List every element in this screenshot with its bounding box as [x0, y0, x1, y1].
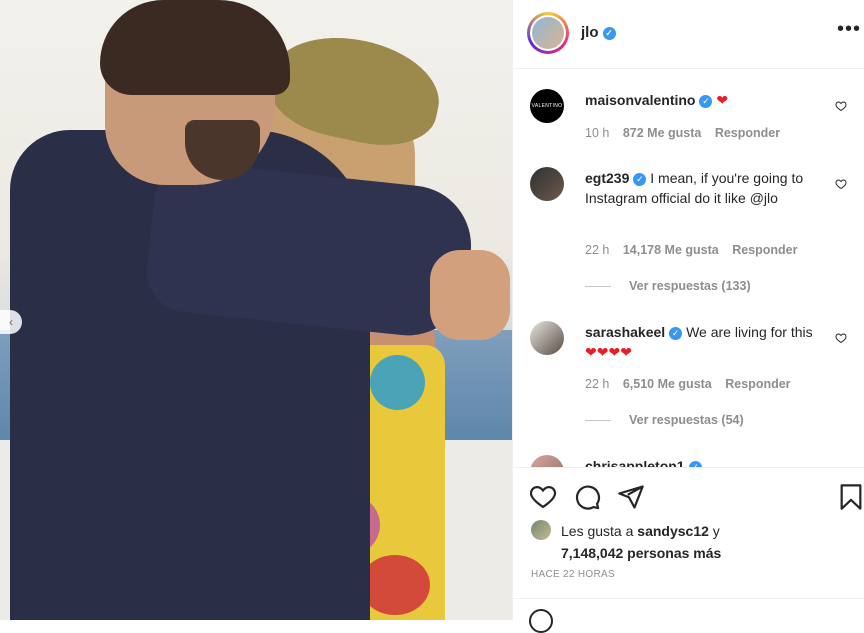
- liker-username[interactable]: sandysc12: [637, 523, 709, 539]
- comment-time[interactable]: 22 h: [585, 243, 609, 257]
- comment-text: sarashakeel ✓ We are living for this ❤❤❤❤: [585, 322, 825, 362]
- comment-likes[interactable]: 6,510 Me gusta: [623, 377, 712, 391]
- view-replies-label[interactable]: Ver respuestas (54): [629, 413, 744, 427]
- comment-avatar[interactable]: [530, 321, 564, 355]
- verified-badge-icon: ✓: [699, 94, 713, 108]
- scarf-flower: [360, 555, 430, 615]
- comment-likes[interactable]: 14,178 Me gusta: [623, 243, 719, 257]
- comment-meta: 22 h 14,178 Me gusta Responder: [585, 243, 808, 257]
- comment-meta: 10 h 872 Me gusta Responder: [585, 126, 790, 140]
- emoji-icon[interactable]: [529, 609, 553, 633]
- comment-avatar-logo-text: VALENTINO: [531, 103, 563, 109]
- more-options-icon[interactable]: •••: [837, 18, 861, 41]
- liker-avatar[interactable]: [531, 520, 551, 540]
- comment-avatar[interactable]: [530, 167, 564, 201]
- verified-badge-icon: ✓: [669, 326, 683, 340]
- heart-emojis: ❤❤❤❤: [585, 344, 632, 360]
- author-username-text[interactable]: jlo: [581, 24, 599, 41]
- comment-username[interactable]: sarashakeel: [585, 324, 665, 340]
- comment-avatar[interactable]: [530, 455, 564, 467]
- post-panel: jlo ✓ ••• VALENTINO maisonvalentino ✓ ❤ 10…: [512, 0, 864, 633]
- comment-username[interactable]: egt239: [585, 170, 629, 186]
- comment-username[interactable]: chrisappleton1: [585, 458, 685, 467]
- likes-conjunction: y: [712, 523, 720, 539]
- heart-emoji: ❤: [716, 92, 729, 108]
- comment-like-heart-icon[interactable]: [835, 100, 847, 112]
- bookmark-icon[interactable]: [837, 483, 864, 511]
- post-timestamp[interactable]: HACE 22 HORAS: [531, 569, 615, 580]
- reply-button[interactable]: Responder: [715, 126, 780, 140]
- comment-like-heart-icon[interactable]: [835, 178, 847, 190]
- add-comment-row: [513, 598, 864, 633]
- comment-text: egt239 ✓ I mean, if you're going to Insta…: [585, 168, 825, 208]
- comment-likes[interactable]: 872 Me gusta: [623, 126, 702, 140]
- comments-list[interactable]: VALENTINO maisonvalentino ✓ ❤ 10 h 872 Me…: [513, 69, 864, 467]
- reply-button[interactable]: Responder: [725, 377, 790, 391]
- comment-time[interactable]: 22 h: [585, 377, 609, 391]
- likes-text: Les gusta a sandysc12 y 7,148,042 person…: [561, 520, 861, 564]
- heart-icon[interactable]: [529, 483, 557, 511]
- photo-man-forearm: [430, 250, 510, 340]
- post-header: jlo ✓ •••: [513, 0, 864, 69]
- view-replies-label[interactable]: Ver respuestas (133): [629, 279, 751, 293]
- comment-text: maisonvalentino ✓ ❤: [585, 90, 825, 110]
- comment-meta: 22 h 6,510 Me gusta Responder: [585, 377, 801, 391]
- comment-username[interactable]: maisonvalentino: [585, 92, 695, 108]
- post-photo[interactable]: ‹: [0, 0, 512, 620]
- comment-like-heart-icon[interactable]: [835, 332, 847, 344]
- view-replies-button[interactable]: Ver respuestas (133): [585, 279, 751, 293]
- comment-icon[interactable]: [573, 483, 601, 511]
- share-icon[interactable]: [617, 483, 645, 511]
- verified-badge-icon: ✓: [602, 26, 616, 40]
- reply-button[interactable]: Responder: [732, 243, 797, 257]
- likes-count[interactable]: 7,148,042 personas más: [561, 545, 721, 561]
- photo-man-hair: [100, 0, 290, 95]
- post-actions: Les gusta a sandysc12 y 7,148,042 person…: [513, 467, 864, 633]
- comment-body: We are living for this: [686, 324, 813, 340]
- scarf-flower: [370, 355, 425, 410]
- verified-badge-icon: ✓: [633, 172, 647, 186]
- comment-text: chrisappleton1 ✓: [585, 456, 825, 467]
- view-replies-button[interactable]: Ver respuestas (54): [585, 413, 744, 427]
- author-username[interactable]: jlo ✓: [581, 24, 616, 41]
- author-avatar[interactable]: [527, 12, 569, 54]
- likes-prefix: Les gusta a: [561, 523, 634, 539]
- comment-time[interactable]: 10 h: [585, 126, 609, 140]
- comment-avatar[interactable]: VALENTINO: [530, 89, 564, 123]
